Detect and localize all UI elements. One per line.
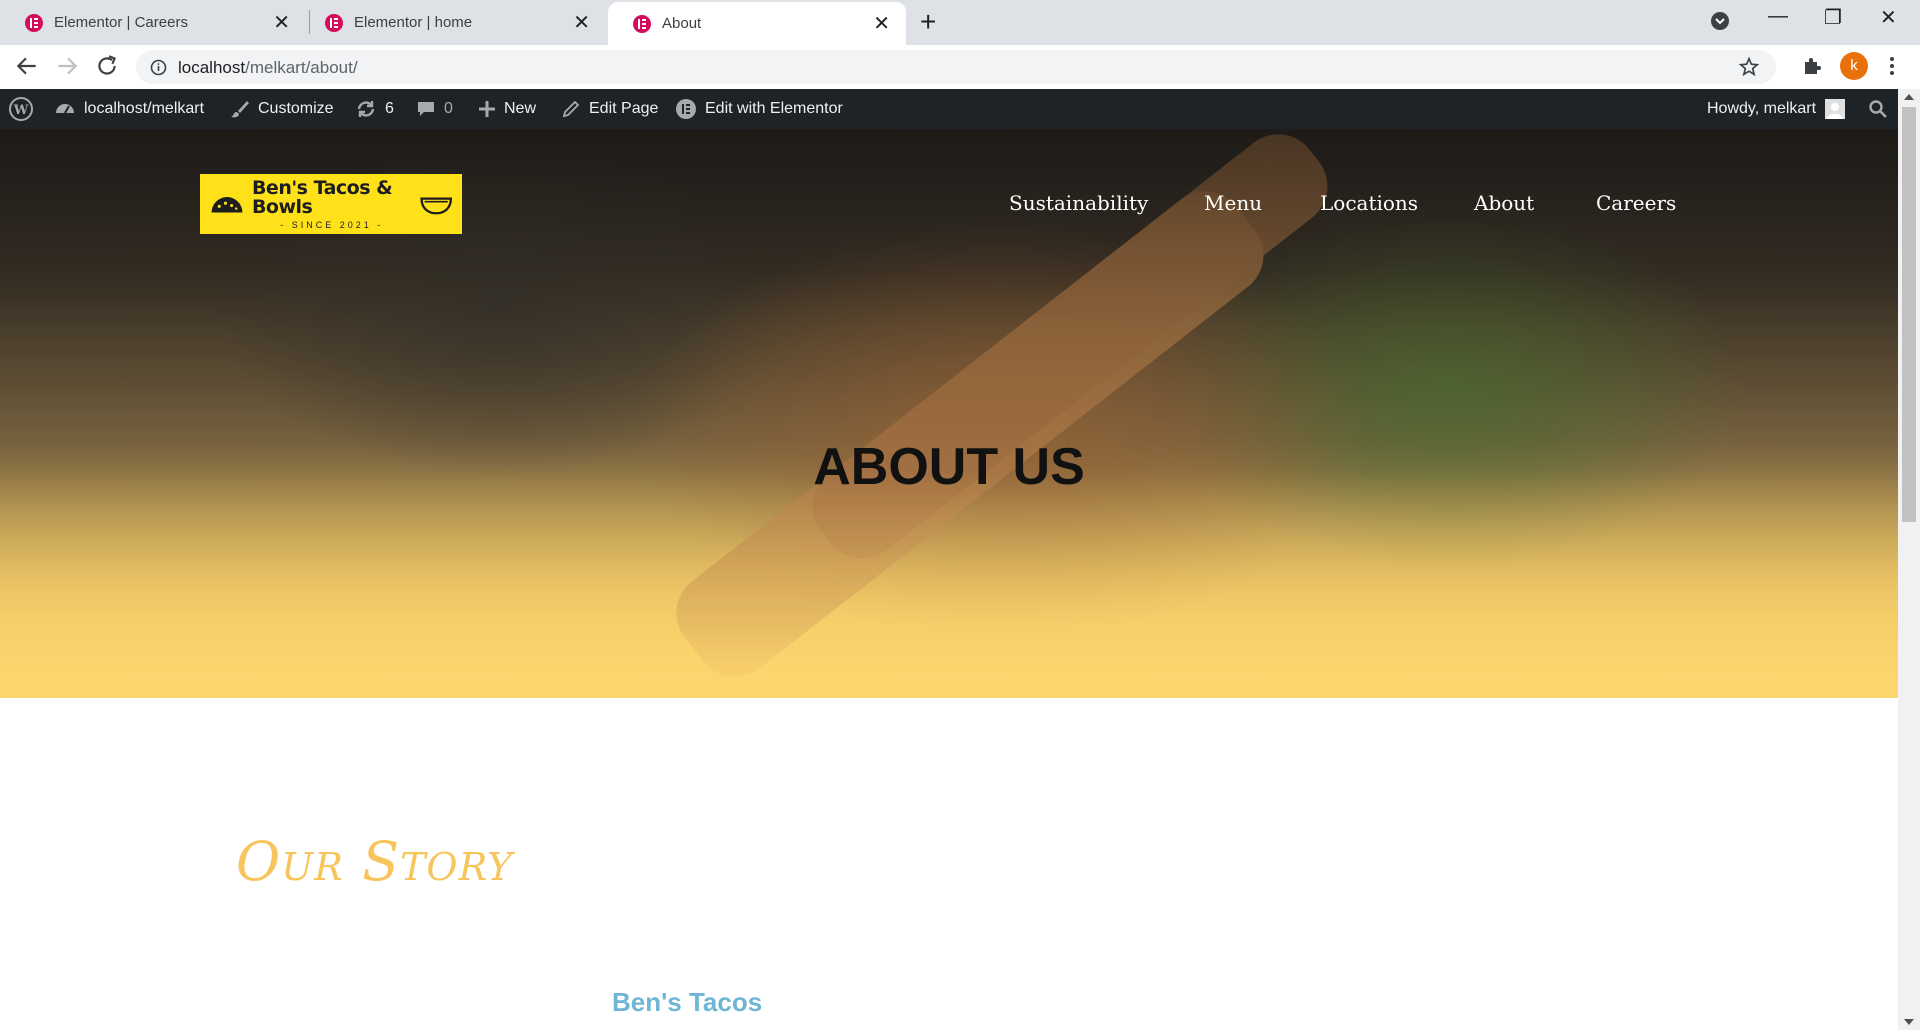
- my-account-link[interactable]: Howdy, melkart: [1707, 89, 1846, 129]
- updates-refresh-icon: [357, 101, 375, 117]
- tab-title: About: [662, 15, 702, 32]
- pencil-icon: [562, 100, 580, 118]
- customize-link[interactable]: Customize: [230, 89, 334, 129]
- edit-elementor-label: Edit with Elementor: [705, 100, 843, 117]
- elementor-e-icon: [676, 99, 696, 119]
- close-tab-icon[interactable]: ✕: [273, 13, 290, 33]
- nav-sustainability[interactable]: Sustainability: [1009, 191, 1148, 215]
- nav-careers[interactable]: Careers: [1596, 191, 1676, 215]
- taco-logo-icon: [211, 197, 243, 213]
- page-scrollbar[interactable]: [1898, 89, 1920, 1030]
- close-tab-icon[interactable]: ✕: [573, 13, 590, 33]
- customize-label: Customize: [258, 100, 334, 117]
- extensions-puzzle-icon[interactable]: [1800, 54, 1824, 78]
- reload-icon[interactable]: [94, 53, 120, 79]
- tab-careers[interactable]: Elementor | Careers ✕: [0, 0, 306, 45]
- search-icon: [1869, 100, 1887, 118]
- tab-about[interactable]: About ✕: [608, 2, 906, 45]
- new-tab-button[interactable]: +: [920, 6, 936, 38]
- new-content-link[interactable]: New: [478, 89, 536, 129]
- profile-avatar[interactable]: k: [1840, 52, 1868, 80]
- admin-search-button[interactable]: [1868, 89, 1888, 129]
- logo-wordmark: Ben's Tacos & Bowls - SINCE 2021 -: [251, 176, 393, 230]
- user-avatar-icon: [1825, 99, 1846, 119]
- wordpress-logo-icon: W: [9, 97, 33, 121]
- bookmark-star-icon[interactable]: [1738, 56, 1760, 78]
- scrollbar-thumb[interactable]: [1902, 107, 1916, 522]
- nav-locations[interactable]: Locations: [1320, 191, 1418, 215]
- dashboard-gauge-icon: [56, 104, 74, 114]
- site-name-label: localhost/melkart: [84, 100, 205, 117]
- edit-page-label: Edit Page: [589, 100, 659, 117]
- address-bar[interactable]: localhost/melkart/about/: [136, 50, 1776, 84]
- tab-title: Elementor | Careers: [54, 14, 188, 31]
- forward-arrow-icon[interactable]: [54, 53, 80, 79]
- updates-count: 6: [385, 100, 394, 117]
- elementor-favicon-icon: [325, 13, 343, 32]
- wp-admin-bar: W localhost/melkart Customize 6 0 New Ed…: [0, 89, 1898, 129]
- subheading: Ben's Tacos: [612, 987, 763, 1017]
- comments-link[interactable]: 0: [416, 89, 453, 129]
- elementor-favicon-icon: [25, 13, 43, 32]
- elementor-favicon-icon: [633, 14, 651, 33]
- restore-window-icon[interactable]: ❐: [1824, 5, 1842, 30]
- scroll-up-arrow-icon[interactable]: [1904, 94, 1914, 100]
- updates-link[interactable]: 6: [355, 89, 394, 129]
- minimize-window-icon[interactable]: —: [1768, 5, 1788, 28]
- site-logo[interactable]: Ben's Tacos & Bowls - SINCE 2021 -: [200, 174, 462, 234]
- howdy-label: Howdy, melkart: [1707, 100, 1817, 117]
- wordpress-logo-button[interactable]: W: [8, 89, 34, 129]
- svg-text:W: W: [13, 103, 29, 118]
- close-tab-icon[interactable]: ✕: [873, 14, 890, 34]
- site-info-icon[interactable]: [150, 59, 167, 76]
- browser-toolbar: localhost/melkart/about/: [0, 45, 1920, 90]
- page-title: ABOUT US: [813, 438, 1085, 496]
- browser-tabstrip: Elementor | Careers ✕ Elementor | home ✕…: [0, 0, 1920, 45]
- comments-count: 0: [444, 100, 453, 117]
- new-label: New: [504, 100, 537, 117]
- tab-home[interactable]: Elementor | home ✕: [300, 0, 606, 45]
- brush-icon: [231, 101, 249, 118]
- comment-bubble-icon: [418, 102, 434, 116]
- browser-menu-icon[interactable]: [1888, 54, 1896, 78]
- bowl-logo-icon: [419, 197, 452, 215]
- edit-with-elementor-link[interactable]: Edit with Elementor: [675, 89, 843, 129]
- nav-about[interactable]: About: [1474, 191, 1534, 215]
- tab-title: Elementor | home: [354, 14, 473, 31]
- close-window-icon[interactable]: ✕: [1880, 5, 1897, 30]
- nav-menu[interactable]: Menu: [1204, 191, 1262, 215]
- edit-page-link[interactable]: Edit Page: [561, 89, 658, 129]
- plus-icon: [479, 101, 495, 117]
- hero-section: Ben's Tacos & Bowls - SINCE 2021 - Susta…: [0, 129, 1898, 698]
- url-text: localhost/melkart/about/: [178, 58, 358, 77]
- tab-search-icon[interactable]: [1710, 11, 1730, 31]
- site-name-link[interactable]: localhost/melkart: [54, 89, 204, 129]
- back-arrow-icon[interactable]: [14, 53, 40, 79]
- section-title: Our Story: [236, 830, 514, 893]
- scroll-down-arrow-icon[interactable]: [1904, 1019, 1914, 1025]
